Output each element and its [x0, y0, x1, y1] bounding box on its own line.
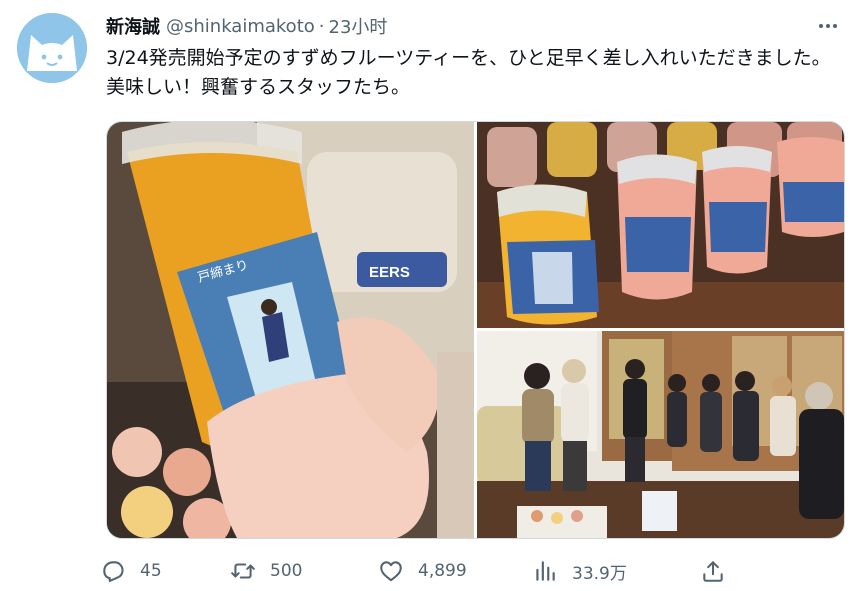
retweet-icon	[231, 563, 255, 579]
like-button[interactable]: 4,899	[378, 553, 467, 589]
views-button[interactable]: 33.9万	[532, 553, 627, 589]
reply-count: 45	[140, 561, 162, 581]
action-bar: 45 500 4,899 33.9万	[100, 553, 740, 589]
separator-dot: ·	[318, 15, 325, 37]
more-icon	[819, 24, 837, 28]
like-count: 4,899	[418, 561, 467, 581]
views-count: 33.9万	[572, 563, 627, 584]
photo-staff-room[interactable]	[477, 331, 844, 538]
more-button[interactable]	[814, 12, 842, 40]
sofa-text: EERS	[369, 264, 410, 281]
views-icon	[536, 561, 555, 581]
media-grid: EERS 戸締まり	[106, 121, 845, 539]
tweet-header: 新海誠 @shinkaimakoto · 23小时	[106, 13, 388, 39]
user-handle[interactable]: @shinkaimakoto	[166, 16, 315, 37]
retweet-button[interactable]: 500	[230, 553, 302, 589]
tweet-text: 3/24発売開始予定のすずめフルーツティーを、ひと足早く差し入れいただきました。…	[106, 47, 831, 98]
reply-icon	[103, 561, 124, 582]
retweet-count: 500	[270, 561, 303, 581]
cat-face-icon	[17, 13, 87, 83]
display-name[interactable]: 新海誠	[106, 13, 160, 39]
share-icon	[703, 561, 723, 582]
photo-rows-of-cups[interactable]	[477, 122, 844, 328]
avatar[interactable]	[17, 13, 87, 83]
photo-cup-in-hand[interactable]: EERS 戸締まり	[107, 122, 474, 538]
timestamp[interactable]: 23小时	[329, 13, 388, 39]
share-button[interactable]	[700, 553, 726, 589]
reply-button[interactable]: 45	[100, 553, 162, 589]
like-icon	[380, 561, 402, 582]
